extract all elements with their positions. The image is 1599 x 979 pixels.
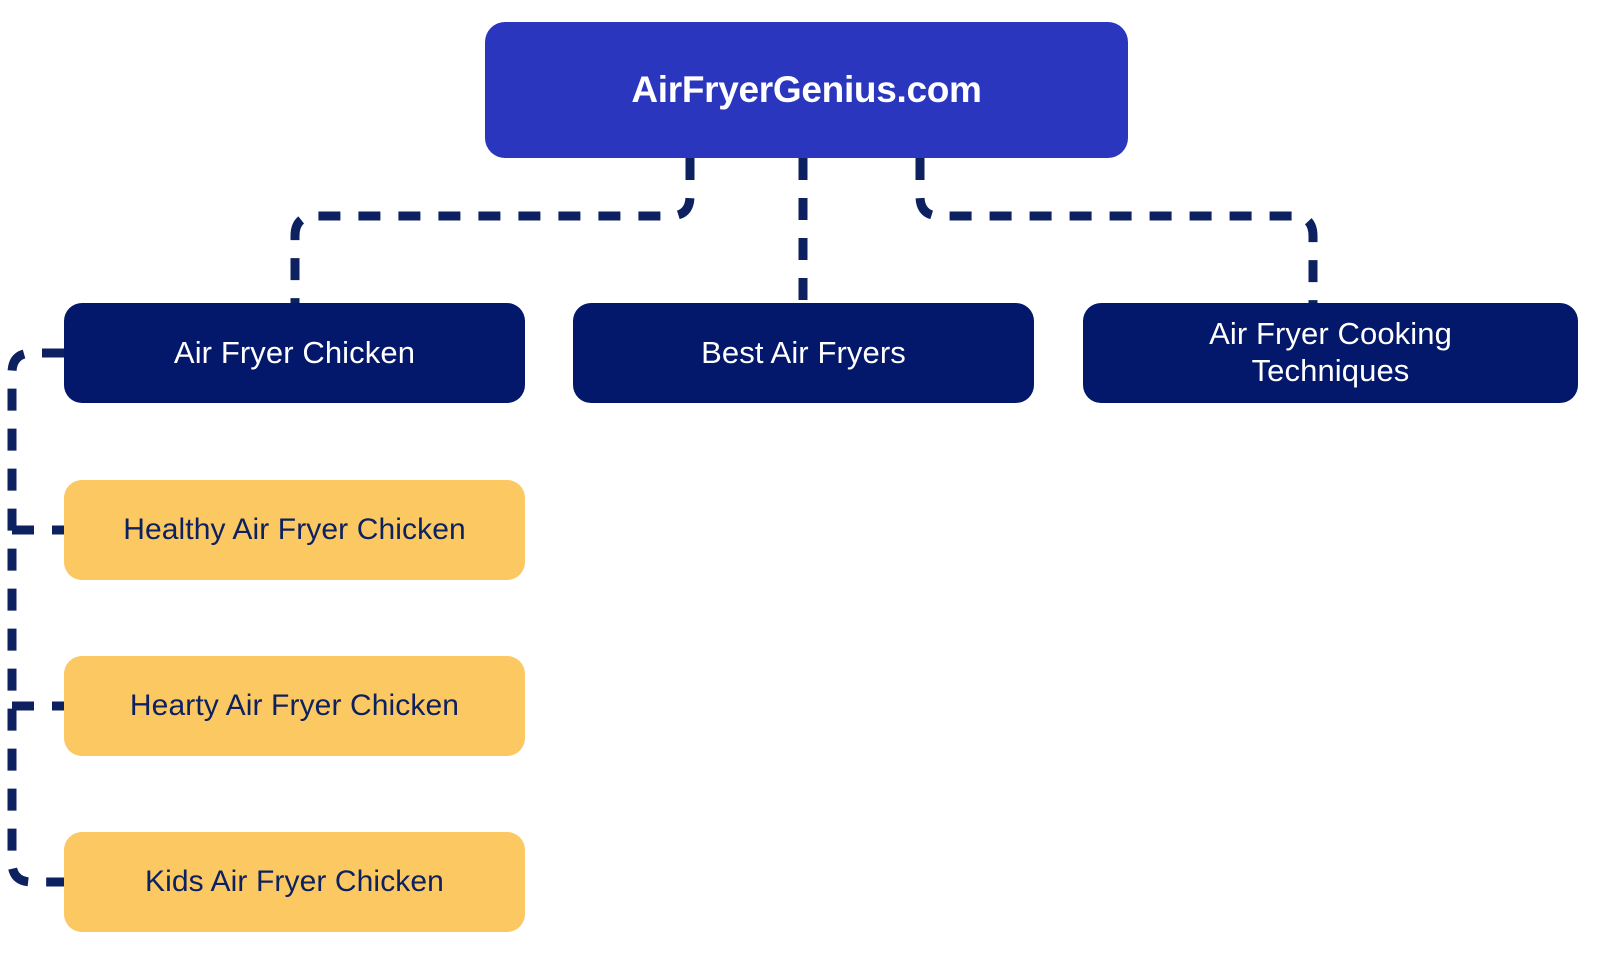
diagram-canvas: AirFryerGenius.com Air Fryer Chicken Bes…	[0, 0, 1599, 979]
connector-left-spine	[7, 348, 64, 887]
node-root-label: AirFryerGenius.com	[631, 69, 982, 111]
node-root-airfryergenius[interactable]: AirFryerGenius.com	[485, 22, 1128, 158]
node-leaf-hearty-air-fryer-chicken[interactable]: Hearty Air Fryer Chicken	[64, 656, 525, 756]
node-leaf-healthy-air-fryer-chicken[interactable]: Healthy Air Fryer Chicken	[64, 480, 525, 580]
node-branch-air-fryer-cooking-techniques-label: Air Fryer Cooking Techniques	[1209, 316, 1452, 388]
connector-root-to-air-fryer-chicken	[290, 158, 695, 303]
node-leaf-kids-air-fryer-chicken-label: Kids Air Fryer Chicken	[145, 865, 444, 899]
node-branch-best-air-fryers[interactable]: Best Air Fryers	[573, 303, 1034, 403]
node-leaf-healthy-air-fryer-chicken-label: Healthy Air Fryer Chicken	[123, 513, 466, 547]
node-branch-air-fryer-cooking-techniques[interactable]: Air Fryer Cooking Techniques	[1083, 303, 1578, 403]
node-branch-air-fryer-chicken[interactable]: Air Fryer Chicken	[64, 303, 525, 403]
node-leaf-kids-air-fryer-chicken[interactable]: Kids Air Fryer Chicken	[64, 832, 525, 932]
node-branch-air-fryer-chicken-label: Air Fryer Chicken	[173, 334, 416, 370]
node-leaf-hearty-air-fryer-chicken-label: Hearty Air Fryer Chicken	[129, 689, 460, 723]
node-branch-best-air-fryers-label: Best Air Fryers	[701, 334, 906, 370]
connector-root-to-cooking-techniques	[915, 158, 1318, 303]
